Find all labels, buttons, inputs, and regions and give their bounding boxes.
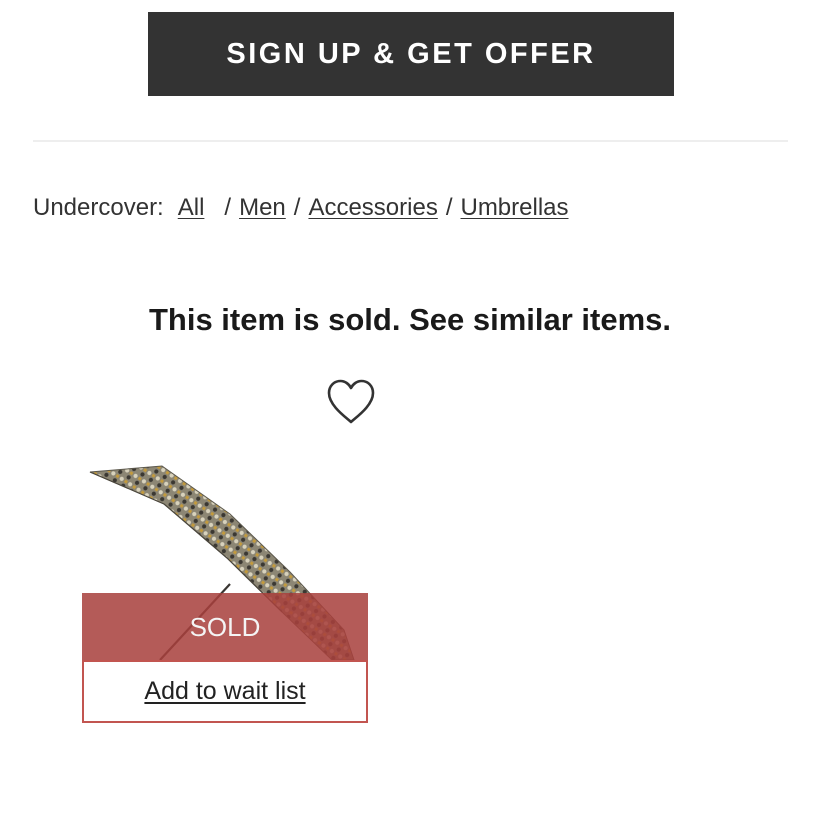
breadcrumb-link-men[interactable]: Men	[239, 194, 286, 222]
breadcrumb-link-accessories[interactable]: Accessories	[308, 194, 437, 222]
divider	[33, 140, 788, 142]
heart-icon[interactable]	[325, 378, 377, 426]
sold-status-message: This item is sold. See similar items.	[148, 302, 672, 337]
breadcrumb-separator: /	[445, 194, 453, 221]
add-to-wait-list-label: Add to wait list	[144, 677, 306, 705]
breadcrumb-separator: /	[293, 194, 301, 221]
breadcrumb: Undercover: All / Men / Accessories / Um…	[33, 194, 569, 222]
breadcrumb-separator: /	[224, 194, 232, 221]
breadcrumb-brand: Undercover:	[33, 194, 164, 221]
add-to-wait-list-button[interactable]: Add to wait list	[82, 660, 368, 723]
sign-up-offer-button[interactable]: SIGN UP & GET OFFER	[148, 12, 674, 96]
breadcrumb-link-umbrellas[interactable]: Umbrellas	[460, 194, 568, 222]
product-card[interactable]: SOLD Add to wait list	[82, 462, 368, 724]
sold-overlay-badge: SOLD	[82, 593, 368, 662]
breadcrumb-link-all[interactable]: All	[178, 194, 205, 222]
